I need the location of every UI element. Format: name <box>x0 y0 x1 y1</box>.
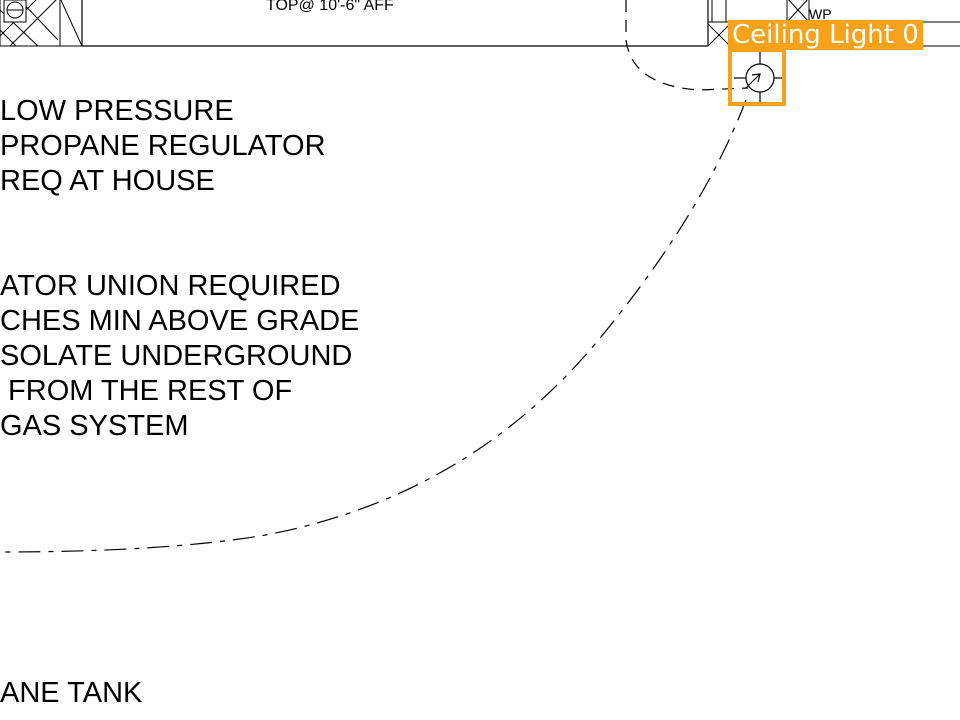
note-line: FROM THE REST OF <box>0 375 293 407</box>
note-line: ATOR UNION REQUIRED <box>0 270 341 302</box>
note-line: LOW PRESSURE <box>0 95 234 127</box>
receptacle-icon <box>3 0 27 23</box>
annotation-label[interactable]: Ceiling Light 0 <box>728 20 923 50</box>
union-note: ATOR UNION REQUIRED CHES MIN ABOVE GRADE… <box>0 269 359 444</box>
wall-band <box>81 0 709 47</box>
annotation-bounding-box[interactable] <box>728 48 786 106</box>
note-line: SOLATE UNDERGROUND <box>0 340 353 372</box>
note-line: GAS SYSTEM <box>0 410 189 442</box>
regulator-note: LOW PRESSURE PROPANE REGULATOR REQ AT HO… <box>0 94 326 199</box>
wall-height-note: TOP@ 10'-6" AFF <box>266 0 394 14</box>
note-line: CHES MIN ABOVE GRADE <box>0 305 360 337</box>
note-line: ANE TANK <box>0 677 143 709</box>
note-line: REQ AT HOUSE <box>0 165 215 197</box>
tank-note: ANE TANK <box>0 676 142 711</box>
wall-column <box>59 0 83 47</box>
note-line: PROPANE REGULATOR <box>0 130 326 162</box>
